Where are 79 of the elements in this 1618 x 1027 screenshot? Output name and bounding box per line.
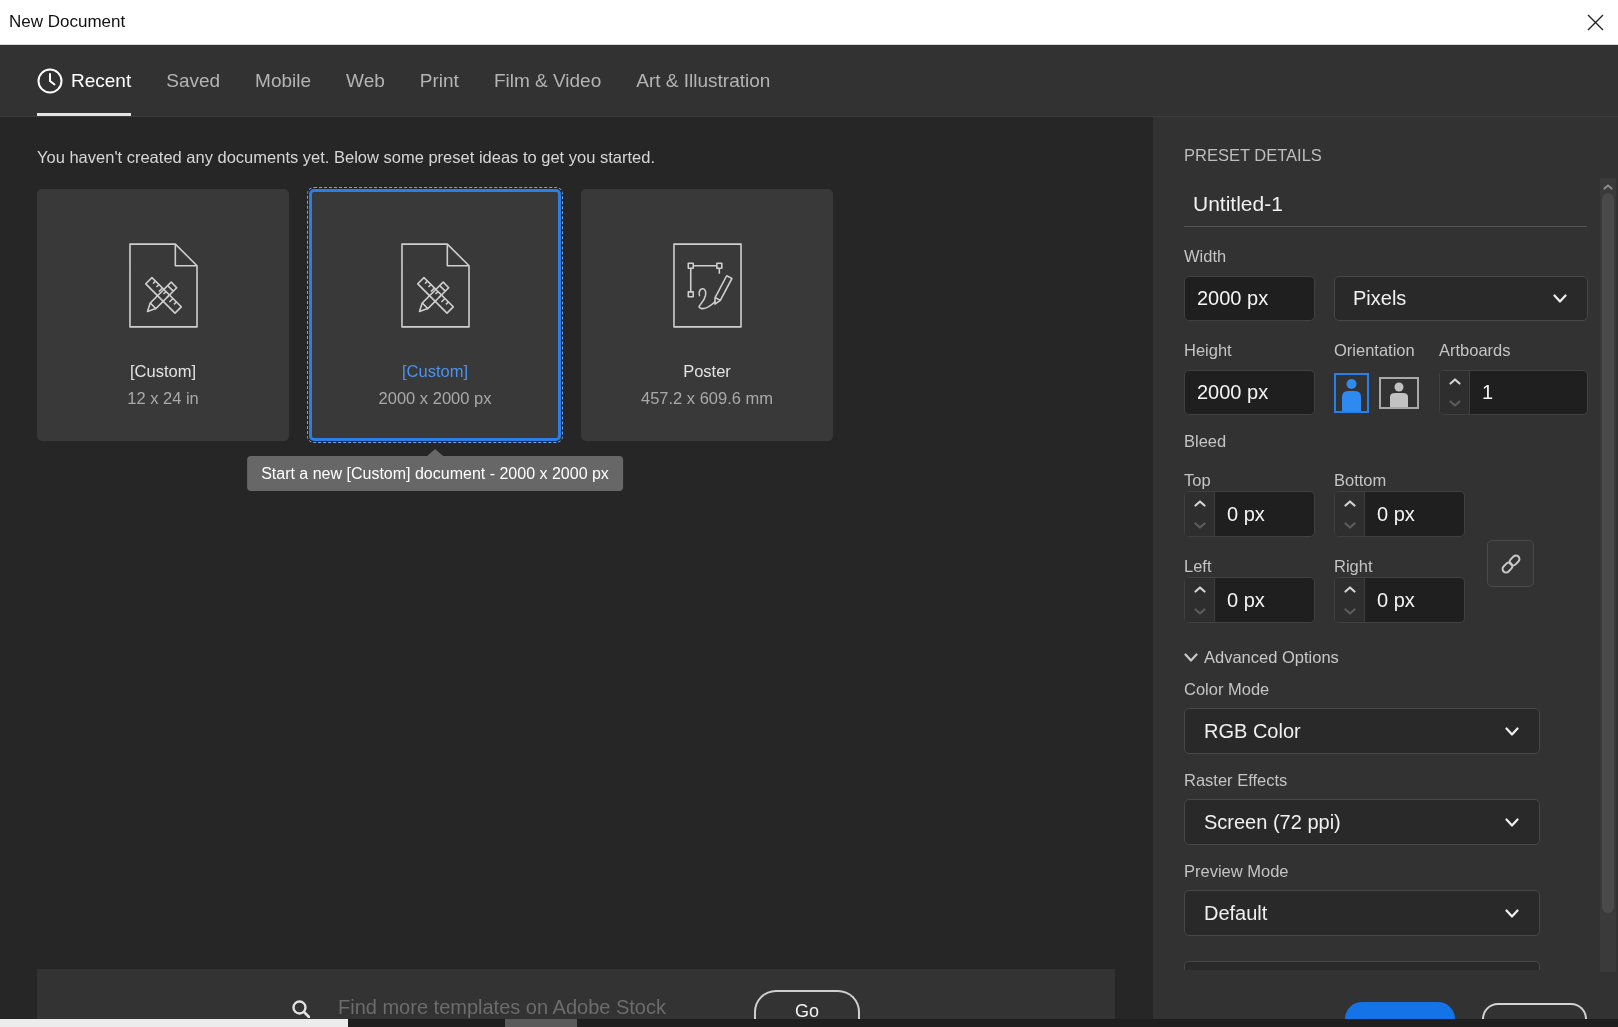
document-icon <box>128 243 198 328</box>
intro-message: You haven't created any documents yet. Below some preset ideas to get you started. <box>37 147 655 167</box>
preset-size: 2000 x 2000 px <box>378 388 492 408</box>
chevron-down-icon <box>1193 521 1206 529</box>
chevron-down-icon <box>1448 399 1461 407</box>
field-label: Left <box>1184 557 1212 575</box>
clock-icon <box>37 67 63 94</box>
tab[interactable]: Web <box>346 45 385 116</box>
field-label: Bottom <box>1334 471 1387 489</box>
dropdown[interactable]: Screen (72 ppi) <box>1184 799 1540 845</box>
field-label: Orientation <box>1334 340 1415 360</box>
field-label: Preview Mode <box>1184 861 1289 881</box>
number-field[interactable]: 0 px <box>1334 491 1465 537</box>
tooltip-arrow-icon <box>427 449 443 456</box>
chevron-down-icon <box>1184 652 1198 662</box>
units-dropdown[interactable]: Pixels <box>1334 276 1588 321</box>
tooltip: Start a new [Custom] document - 2000 x 2000 px <box>247 456 623 491</box>
field-label: Height <box>1184 340 1232 360</box>
field-label: Width <box>1184 246 1227 266</box>
tab[interactable]: Film & Video <box>493 45 602 116</box>
preset-size: 457.2 x 609.6 mm <box>640 388 774 408</box>
link-button[interactable] <box>1487 540 1534 587</box>
chevron-down-icon <box>1505 817 1519 827</box>
chevron-down-icon <box>1505 908 1519 918</box>
landscape-button[interactable] <box>1379 376 1419 409</box>
preset-card[interactable]: [Custom] 2000 x 2000 px <box>309 189 561 441</box>
window-title: New Document <box>9 12 126 32</box>
increment-button[interactable] <box>1185 578 1214 600</box>
field-label: Top <box>1184 471 1211 489</box>
chevron-up-icon <box>1343 585 1356 593</box>
increment-button[interactable] <box>1335 578 1364 600</box>
input-field[interactable] <box>1184 961 1540 970</box>
preset-card[interactable]: [Custom] 12 x 24 in <box>37 189 289 441</box>
chevron-up-icon <box>1603 184 1613 190</box>
section-heading: PRESET DETAILS <box>1184 145 1322 165</box>
dropdown[interactable]: RGB Color <box>1184 708 1540 754</box>
number-field[interactable]: 0 px <box>1184 577 1315 623</box>
person-icon <box>1340 377 1363 411</box>
primary-button[interactable] <box>1345 1002 1455 1019</box>
number-field[interactable]: 0 px <box>1334 577 1465 623</box>
close-icon[interactable] <box>1587 13 1604 31</box>
width-field[interactable]: 2000 px <box>1184 276 1315 321</box>
chevron-down-icon <box>1343 521 1356 529</box>
chevron-up-icon <box>1343 499 1356 507</box>
chevron-up-icon <box>1448 378 1461 386</box>
tab[interactable]: Saved <box>166 45 221 116</box>
poster-icon <box>672 243 742 328</box>
tab[interactable]: Print <box>419 45 459 116</box>
increment-button[interactable] <box>1335 492 1364 514</box>
field-label: Artboards <box>1439 340 1511 360</box>
preset-size: 12 x 24 in <box>127 388 199 408</box>
preset-title: Poster <box>683 361 731 381</box>
preset-title: [Custom] <box>130 361 196 381</box>
field-label: Raster Effects <box>1184 770 1288 790</box>
chevron-up-icon <box>1193 499 1206 507</box>
increment-button[interactable] <box>1185 492 1214 514</box>
preset-card[interactable]: Poster 457.2 x 609.6 mm <box>581 189 833 441</box>
person-icon <box>1389 381 1409 407</box>
chevron-down-icon <box>1553 294 1567 303</box>
preset-title: [Custom] <box>402 361 468 381</box>
advanced-options-toggle[interactable]: Advanced Options <box>1184 647 1339 667</box>
section-label: Bleed <box>1184 431 1227 451</box>
number-field[interactable]: 0 px <box>1184 491 1315 537</box>
chevron-up-icon <box>1193 585 1206 593</box>
dropdown[interactable]: Default <box>1184 890 1540 936</box>
document-icon <box>400 243 470 328</box>
portrait-button[interactable] <box>1334 372 1369 413</box>
field-label: Right <box>1334 557 1373 575</box>
height-field[interactable]: 2000 px <box>1184 370 1315 415</box>
tab[interactable]: Mobile <box>255 45 312 116</box>
chevron-down-icon <box>1505 726 1519 736</box>
increment-button[interactable] <box>1440 371 1469 393</box>
field-label: Color Mode <box>1184 679 1270 699</box>
number-field[interactable]: 1 <box>1439 370 1588 415</box>
name-field[interactable]: Untitled-1 <box>1184 185 1587 227</box>
tab[interactable]: Art & Illustration <box>636 45 771 116</box>
chevron-down-icon <box>1193 607 1206 615</box>
search-icon <box>292 1000 310 1018</box>
chevron-down-icon <box>1343 607 1356 615</box>
